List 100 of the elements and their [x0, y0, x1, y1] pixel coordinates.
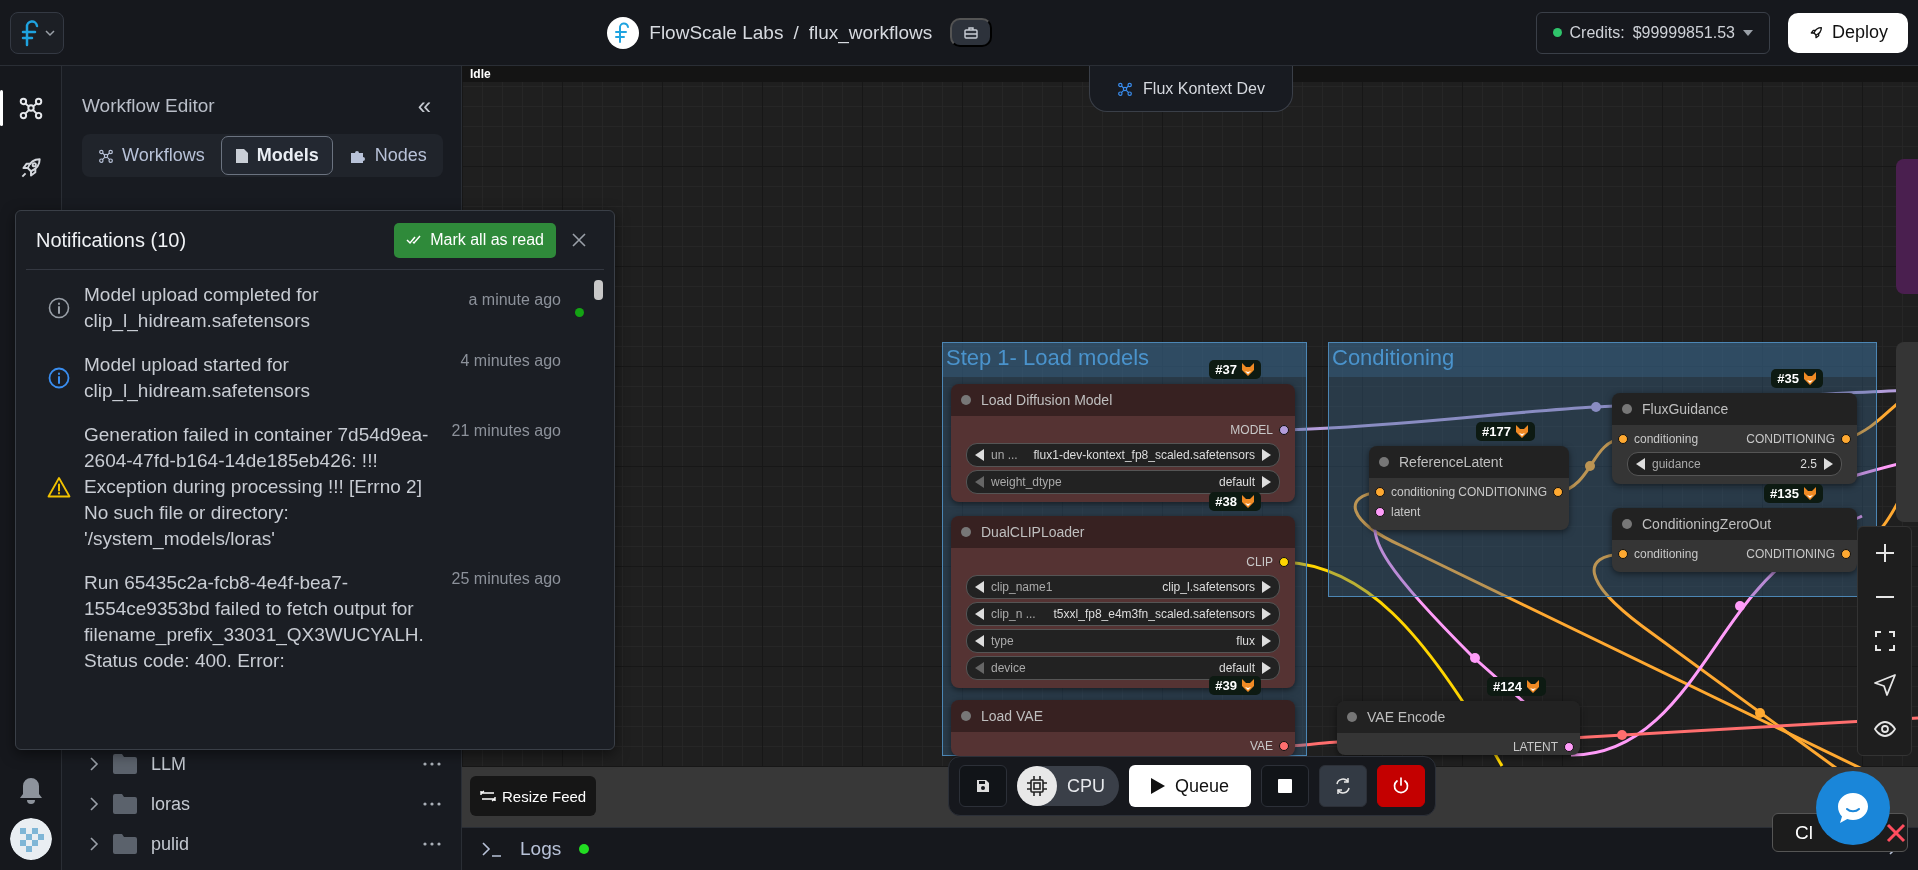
app-menu-button[interactable]	[10, 11, 64, 54]
workflow-name: Flux Kontext Dev	[1143, 79, 1265, 98]
tab[interactable]: Workflows	[84, 136, 219, 175]
output-slot-dot[interactable]	[1279, 425, 1289, 435]
more-icon	[423, 762, 441, 766]
resize-icon	[480, 790, 496, 802]
terminal-icon	[482, 841, 502, 857]
output-slot-dot[interactable]	[1279, 741, 1289, 751]
combo-widget[interactable]: clip_name1 clip_l.safetensors	[966, 575, 1280, 599]
output-slot-dot[interactable]	[1841, 549, 1851, 559]
status-dot	[1622, 519, 1632, 529]
credits-dropdown[interactable]: Credits: $99999851.53	[1535, 11, 1770, 54]
node-id-badge: #37	[1209, 360, 1261, 379]
file-icon	[234, 147, 249, 164]
workflow-tab[interactable]: Flux Kontext Dev	[1089, 66, 1293, 112]
notification-time: a minute ago	[468, 290, 561, 309]
widget-label: clip_n ...	[991, 607, 1036, 621]
combo-widget[interactable]: un ... flux1-dev-kontext_fp8_scaled.safetensors	[966, 443, 1280, 467]
mark-all-read-button[interactable]: Mark all as read	[394, 222, 556, 258]
slot-label: CONDITIONING	[1746, 432, 1835, 446]
widget-label: weight_dtype	[991, 475, 1062, 489]
combo-widget[interactable]: weight_dtype default	[966, 470, 1280, 494]
output-slot-dot[interactable]	[1841, 434, 1851, 444]
chip-icon	[1026, 775, 1048, 797]
folder-name[interactable]: loras	[151, 793, 409, 815]
node-id-badge: #177	[1476, 422, 1535, 441]
right-arrow-icon	[1823, 458, 1833, 470]
fox-icon	[1803, 487, 1817, 500]
combo-widget[interactable]: clip_n ... t5xxl_fp8_e4m3fn_scaled.safetensors	[966, 602, 1280, 626]
output-slot-dot[interactable]	[1553, 487, 1563, 497]
power-button[interactable]	[1377, 765, 1426, 807]
tab[interactable]: Models	[220, 136, 333, 175]
lock-button[interactable]	[950, 18, 993, 47]
stop-button[interactable]	[1261, 765, 1310, 807]
slot-label: conditioning	[1391, 485, 1456, 499]
slot-label: latent	[1391, 505, 1421, 519]
graph-icon	[98, 147, 114, 164]
right-arrow-icon	[1261, 608, 1271, 620]
folder-name[interactable]: pulid	[151, 833, 409, 855]
slot-label: MODEL	[1230, 423, 1273, 437]
graph-icon	[1117, 80, 1134, 97]
notification-time: 21 minutes ago	[451, 422, 561, 440]
right-arrow-icon	[1261, 662, 1271, 674]
queue-button[interactable]: Queue	[1129, 765, 1252, 807]
node-title: Load VAE	[981, 708, 1043, 724]
input-slot-dot[interactable]	[1618, 434, 1628, 444]
widget-label: type	[991, 634, 1014, 648]
node-group[interactable]	[942, 342, 1307, 756]
reroute-dot[interactable]	[1735, 601, 1745, 611]
reroute-dot[interactable]	[1470, 653, 1480, 663]
widget-value: default	[1218, 661, 1255, 675]
input-slot-dot[interactable]	[1375, 507, 1385, 517]
reroute-dot[interactable]	[1585, 461, 1595, 471]
double-check-icon	[406, 235, 423, 245]
device-toggle[interactable]: CPU	[1017, 766, 1119, 806]
widget-value: flux1-dev-kontext_fp8_scaled.safetensors	[1033, 448, 1255, 462]
logs-label[interactable]: Logs	[520, 838, 562, 860]
input-slot-dot[interactable]	[1618, 549, 1628, 559]
reroute-dot[interactable]	[1591, 402, 1601, 412]
combo-widget[interactable]: device default	[966, 656, 1280, 680]
output-slot-dot[interactable]	[1564, 742, 1574, 752]
caret-icon	[1742, 29, 1753, 36]
avatar[interactable]	[9, 818, 52, 860]
folder-icon	[113, 794, 137, 814]
slot-label: conditioning	[1634, 547, 1699, 561]
widget-value: clip_l.safetensors	[1162, 580, 1255, 594]
scrollbar-thumb[interactable]	[594, 280, 603, 300]
widget-value: t5xxl_fp8_e4m3fn_scaled.safetensors	[1053, 607, 1255, 621]
reroute-dot[interactable]	[1755, 708, 1765, 718]
status-dot	[1347, 712, 1357, 722]
resize-feed-button[interactable]: Resize Feed	[470, 776, 597, 816]
project-name[interactable]: flux_workflows	[808, 21, 933, 44]
panel-title: Notifications (10)	[36, 228, 188, 252]
combo-widget[interactable]: type flux	[966, 629, 1280, 653]
collapse-button[interactable]: «	[407, 92, 441, 120]
status-dot	[1552, 28, 1562, 37]
status-dot	[1622, 404, 1632, 414]
play-icon	[1151, 778, 1165, 794]
org-name[interactable]: FlowScale Labs	[649, 21, 784, 44]
node-id-badge: #38	[1209, 492, 1261, 511]
chevron-right-icon	[90, 797, 99, 811]
reroute-dot[interactable]	[1617, 730, 1627, 740]
deploy-button[interactable]: Deploy	[1787, 12, 1908, 53]
right-arrow-icon	[1261, 581, 1271, 593]
status-dot	[961, 527, 971, 537]
folder-name[interactable]: LLM	[151, 753, 409, 775]
widget-label: guidance	[1652, 457, 1701, 471]
output-slot-dot[interactable]	[1279, 557, 1289, 567]
combo-widget[interactable]: guidance 2.5	[1627, 452, 1842, 476]
input-slot-dot[interactable]	[1375, 487, 1385, 497]
fox-icon	[1803, 372, 1817, 385]
tab[interactable]: Nodes	[334, 136, 441, 175]
minus-icon	[1873, 595, 1896, 599]
left-arrow-icon	[975, 581, 985, 593]
left-arrow-icon	[975, 449, 985, 461]
node-id-badge: #135	[1764, 484, 1823, 503]
notification-time: 4 minutes ago	[460, 352, 561, 370]
save-button[interactable]	[959, 765, 1007, 807]
refresh-button[interactable]	[1319, 765, 1368, 807]
status-label: Idle	[470, 67, 491, 81]
